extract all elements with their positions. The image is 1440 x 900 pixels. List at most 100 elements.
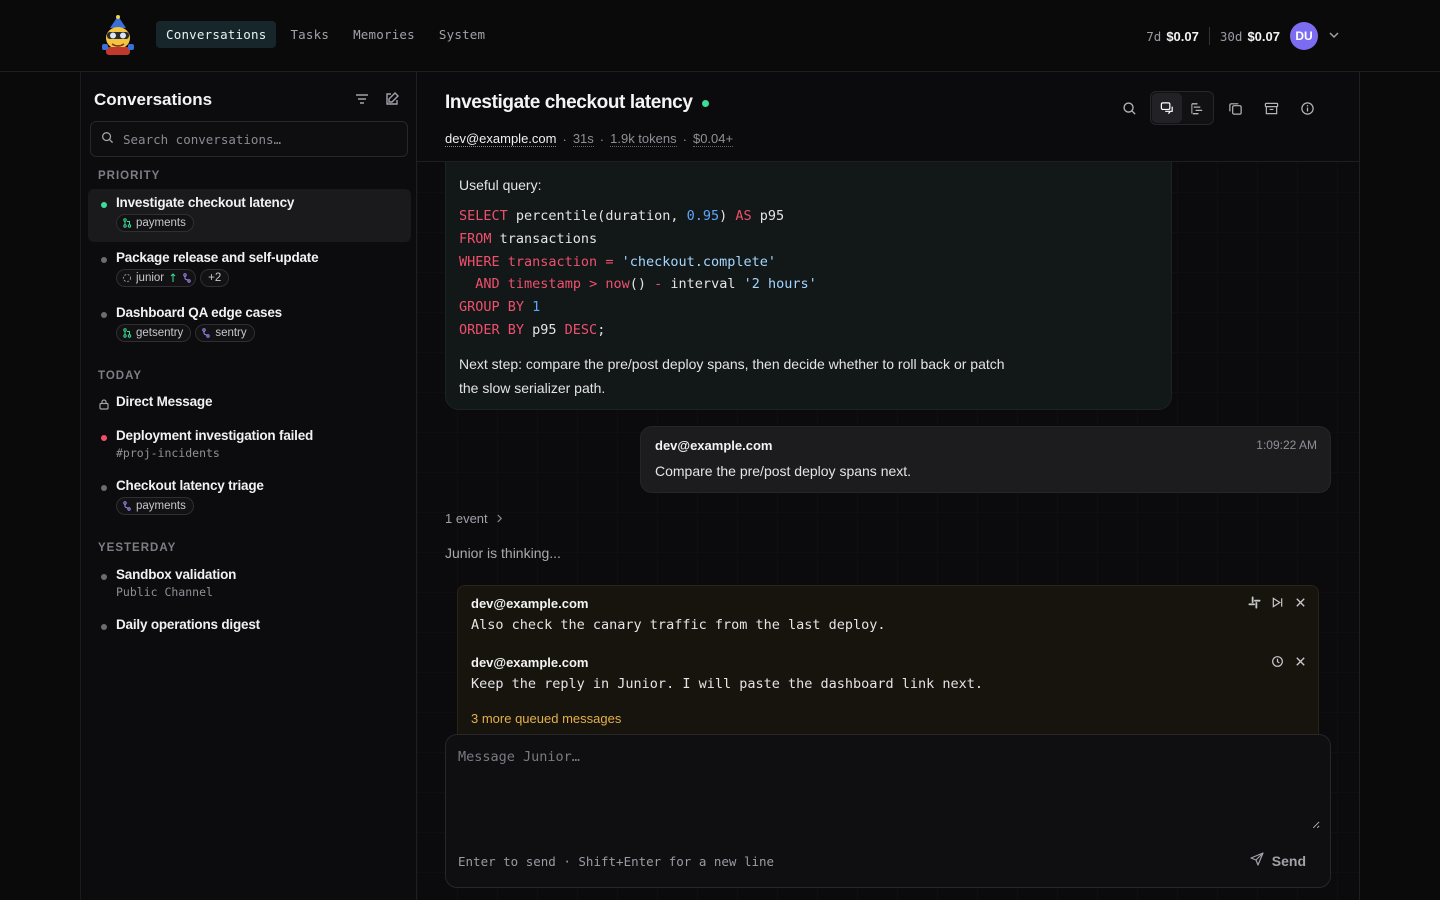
branch-icon	[183, 273, 191, 283]
conversation-header: Investigate checkout latency dev@example…	[417, 72, 1360, 162]
search-input[interactable]	[123, 131, 393, 147]
view-toggle	[1150, 91, 1214, 125]
tag: payments	[116, 497, 194, 515]
user-message: dev@example.com 1:09:22 AM Compare the p…	[640, 426, 1331, 493]
conversation-tags: payments	[116, 214, 403, 232]
send-now-icon[interactable]	[1271, 596, 1284, 612]
queued-message: dev@example.com Also check the canary tr…	[471, 596, 1307, 633]
slack-icon[interactable]	[1248, 596, 1261, 612]
conversation-tags: getsentry sentry	[116, 324, 403, 342]
header-actions	[1114, 91, 1322, 125]
branch-icon	[202, 328, 211, 338]
conversation-item[interactable]: Daily operations digest	[88, 611, 411, 641]
status-dot	[101, 485, 107, 491]
more-queued-link[interactable]: 3 more queued messages	[471, 711, 621, 726]
conversation-pane: Useful query: SELECT percentile(duration…	[417, 72, 1360, 900]
top-bar: Conversations Tasks Memories System 7d $…	[0, 0, 1440, 72]
nav-system[interactable]: System	[429, 21, 495, 48]
active-status-dot	[101, 202, 107, 208]
section-today: TODAY	[98, 370, 142, 382]
junior-logo[interactable]	[98, 14, 138, 56]
conversation-item[interactable]: Investigate checkout latency payments	[88, 189, 411, 242]
tag-label: payments	[136, 500, 186, 512]
user-avatar[interactable]: DU	[1290, 22, 1318, 50]
sql-code-block: SELECT percentile(duration, 0.95) AS p95…	[459, 208, 817, 338]
conversation-meta: dev@example.com · 31s · 1.9k tokens · $0…	[445, 131, 734, 147]
pull-request-icon	[170, 273, 176, 282]
conversation-tags: payments	[116, 497, 403, 515]
tag: payments	[116, 214, 194, 232]
tag-label: sentry	[215, 327, 247, 339]
conversation-title: Direct Message	[116, 394, 213, 409]
conversation-item[interactable]: Dashboard QA edge cases getsentry sentry	[88, 299, 411, 352]
pull-request-icon	[123, 218, 132, 228]
meta-separator: ·	[562, 131, 567, 147]
copy-icon[interactable]	[1220, 93, 1250, 123]
assistant-intro: Useful query:	[459, 177, 542, 193]
sidebar-actions	[354, 91, 400, 110]
send-icon	[1250, 852, 1264, 869]
queued-message-author: dev@example.com	[471, 596, 589, 611]
page-title: Investigate checkout latency	[445, 92, 709, 114]
info-icon[interactable]	[1292, 93, 1322, 123]
conversation-user[interactable]: dev@example.com	[445, 131, 557, 147]
archive-icon[interactable]	[1256, 93, 1286, 123]
cost-summary: 7d $0.07 30d $0.07 DU	[1146, 22, 1340, 50]
filter-icon[interactable]	[354, 91, 370, 110]
clock-icon[interactable]	[1271, 655, 1284, 671]
send-button[interactable]: Send	[1250, 852, 1306, 869]
conversation-item[interactable]: Direct Message	[88, 388, 411, 418]
events-label: 1 event	[445, 511, 488, 526]
cost-divider	[1208, 27, 1210, 45]
message-composer: Enter to send · Shift+Enter for a new li…	[445, 734, 1331, 888]
tag-label: +2	[208, 272, 222, 284]
sidebar-title: Conversations	[94, 90, 213, 109]
conversation-item[interactable]: Package release and self-update junior +…	[88, 244, 411, 297]
new-conversation-icon[interactable]	[384, 91, 400, 110]
conversation-title: Package release and self-update	[116, 250, 319, 265]
conversation-title: Investigate checkout latency	[116, 195, 295, 210]
queued-message: dev@example.com Keep the reply in Junior…	[471, 655, 1307, 692]
trace-view-icon[interactable]	[1182, 93, 1212, 123]
conversation-tags: junior +2	[116, 269, 403, 287]
message-input[interactable]	[458, 749, 1320, 829]
conversation-item[interactable]: Sandbox validation Public Channel	[88, 561, 411, 607]
conversation-channel: #proj-incidents	[116, 446, 220, 460]
close-icon[interactable]	[1294, 596, 1307, 612]
close-icon[interactable]	[1294, 655, 1307, 671]
chat-view-icon[interactable]	[1152, 93, 1182, 123]
nav-memories[interactable]: Memories	[343, 21, 425, 48]
tag: junior	[116, 269, 197, 287]
conversation-item[interactable]: Deployment investigation failed #proj-in…	[88, 422, 411, 468]
conversation-duration: 31s	[572, 131, 594, 147]
tag-label: payments	[136, 217, 186, 229]
send-label: Send	[1271, 852, 1306, 869]
events-toggle[interactable]: 1 event	[445, 511, 503, 526]
cost-30d-value: $0.07	[1247, 28, 1280, 44]
failed-status-dot	[101, 435, 107, 441]
conversation-heading: Investigate checkout latency	[445, 92, 693, 113]
tag-more: +2	[200, 269, 230, 287]
conversation-title: Dashboard QA edge cases	[116, 305, 282, 320]
conversation-search[interactable]	[90, 121, 408, 157]
search-icon	[101, 131, 114, 147]
chevron-down-icon[interactable]	[1328, 29, 1340, 44]
section-yesterday: YESTERDAY	[98, 542, 177, 554]
queued-message-text: Also check the canary traffic from the l…	[471, 617, 886, 633]
nav-conversations[interactable]: Conversations	[156, 21, 277, 48]
queued-messages-panel: dev@example.com Also check the canary tr…	[457, 585, 1319, 745]
conversation-title: Sandbox validation	[116, 567, 237, 582]
status-dot	[101, 574, 107, 580]
meta-separator: ·	[599, 131, 605, 147]
conversation-title: Checkout latency triage	[116, 478, 264, 493]
nav-tasks[interactable]: Tasks	[280, 21, 339, 48]
cost-30d-label: 30d	[1219, 28, 1243, 44]
queued-message-actions	[1248, 596, 1307, 612]
conversation-item[interactable]: Checkout latency triage payments	[88, 472, 411, 525]
tag: getsentry	[116, 324, 192, 342]
status-dot	[101, 624, 107, 630]
cost-7d: 7d $0.07	[1146, 29, 1199, 44]
conversation-channel: Public Channel	[116, 585, 213, 599]
search-icon[interactable]	[1114, 93, 1144, 123]
thinking-indicator: Junior is thinking...	[445, 545, 561, 561]
